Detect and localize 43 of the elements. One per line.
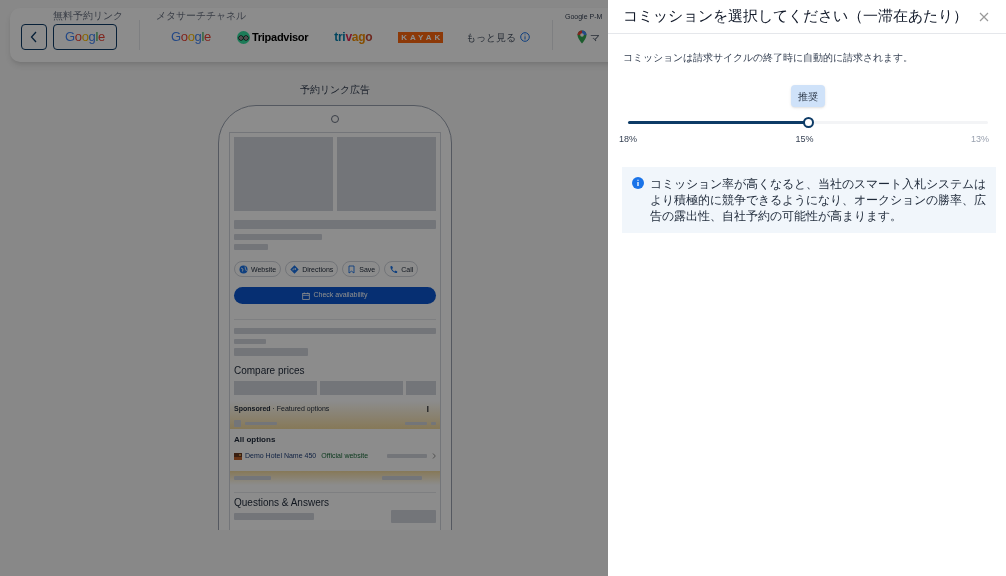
section-title: 予約リンク広告: [300, 83, 370, 97]
info-icon: [520, 32, 531, 42]
tripadvisor-logo: Tripadvisor: [252, 29, 309, 45]
channel-button[interactable]: Google: [168, 26, 214, 48]
more-link[interactable]: もっと見る: [466, 29, 517, 45]
placeholder-bar: [234, 419, 241, 427]
channel-button[interactable]: trivago: [331, 26, 376, 48]
placeholder-bar: [387, 454, 427, 459]
section-heading: All options: [234, 434, 277, 446]
info-text: コミッション率が高くなると、当社のスマート入札システムはより積極的に競争できるようになり、オークションの勝率、広告の露出性、自社予約の可能性が高まります。: [650, 176, 987, 224]
channel-button[interactable]: KAYAK: [395, 26, 447, 48]
placeholder-bar: [234, 475, 271, 480]
placeholder-bar: [234, 244, 268, 250]
info-icon: [632, 177, 644, 189]
channel-button[interactable]: Google: [53, 24, 117, 50]
tick-label: 15%: [795, 133, 814, 146]
back-button[interactable]: [21, 24, 47, 50]
chevron-right-icon: [432, 453, 436, 460]
description-text: コミッションは請求サイクルの終了時に自動的に請求されます。: [623, 51, 914, 65]
bookmark-icon: [347, 264, 357, 274]
placeholder-bar: [234, 339, 266, 344]
group-label: メタサーチチャネル: [156, 9, 247, 22]
chevron-left-icon: [30, 31, 38, 43]
globe-icon: [239, 264, 248, 274]
directions-icon: [290, 264, 300, 274]
group-label: 無料予約リンク: [52, 9, 123, 22]
slider-thumb[interactable]: [802, 117, 814, 128]
recommended-tooltip: 推奨: [791, 85, 825, 107]
owl-icon: [237, 30, 250, 44]
channel-label: マ: [590, 30, 600, 45]
phone-icon: [389, 264, 399, 274]
section-heading: Compare prices: [234, 365, 306, 377]
tick-label: 18%: [619, 133, 637, 146]
map-pin-icon: [577, 30, 587, 44]
placeholder-bar: [391, 509, 436, 523]
drawer-title: コミッションを選択してください（一滞在あたり）: [623, 6, 968, 27]
calendar-icon: [302, 291, 311, 300]
price-placeholder: [406, 381, 436, 395]
channel-button[interactable]: Tripadvisor: [234, 26, 312, 48]
placeholder-bar: [382, 475, 422, 480]
section-heading: Questions & Answers: [234, 496, 331, 509]
close-icon: [979, 11, 989, 22]
tick-label: 13%: [971, 133, 989, 146]
